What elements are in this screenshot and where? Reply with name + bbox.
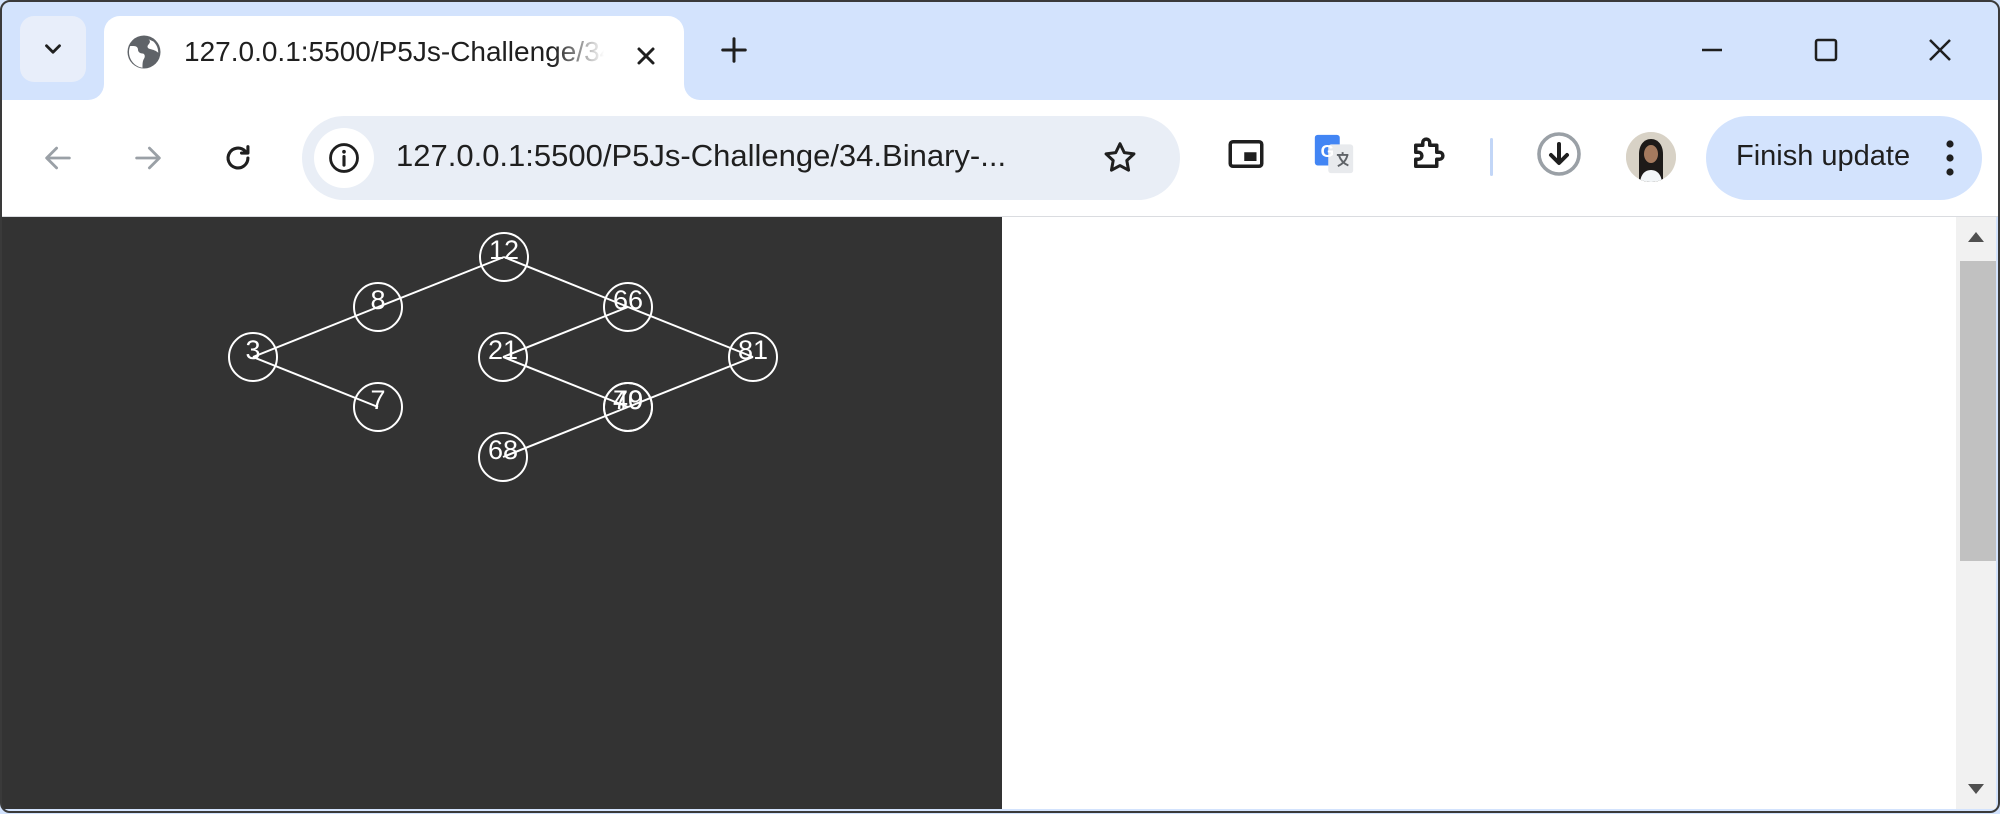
avatar-image — [1626, 132, 1676, 182]
puzzle-icon — [1414, 137, 1445, 168]
reload-button[interactable] — [208, 128, 268, 188]
p5-canvas[interactable]: 12 8 66 3 21 81 7 49 70 68 — [2, 217, 1002, 809]
tree-node: 3 — [228, 332, 278, 382]
tree-edge — [377, 256, 505, 308]
tree-node: 21 — [478, 332, 528, 382]
chevron-down-icon — [45, 44, 61, 54]
extensions-button[interactable] — [1404, 130, 1452, 178]
binary-tree: 128 663 21 817 497068 — [228, 232, 778, 482]
tree-edge — [503, 256, 629, 308]
google-translate-icon: G — [1314, 134, 1354, 174]
picture-in-picture-button[interactable] — [1222, 130, 1270, 178]
url-text[interactable]: 127.0.0.1:5500/P5Js-Challenge/34.Binary-… — [396, 138, 1076, 178]
info-icon — [329, 143, 359, 173]
tree-node: 68 — [478, 432, 528, 482]
tree-node: 66 — [603, 282, 653, 332]
profile-avatar[interactable] — [1626, 132, 1676, 182]
download-icon — [1537, 132, 1581, 176]
arrow-left-icon — [45, 146, 71, 170]
toolbar-divider — [1490, 138, 1493, 176]
finish-update-label: Finish update — [1736, 140, 1911, 172]
new-tab-button[interactable] — [712, 28, 756, 72]
tree-node-label: 8 — [370, 285, 385, 315]
downloads-button[interactable] — [1535, 130, 1583, 178]
tree-edge — [627, 356, 754, 408]
plus-icon — [721, 37, 747, 63]
close-window-button[interactable] — [1918, 28, 1962, 72]
tree-node: 81 — [728, 332, 778, 382]
active-tab[interactable]: 127.0.0.1:5500/P5Js-Challenge/34.Binary-… — [104, 16, 684, 100]
reload-icon — [226, 145, 250, 170]
scroll-up-button[interactable] — [1956, 225, 1996, 249]
tab-close-button[interactable] — [626, 36, 666, 76]
tree-node: 7 — [353, 382, 403, 432]
maximize-icon — [1814, 38, 1838, 62]
tree-node-label: 81 — [738, 335, 768, 365]
address-bar[interactable]: 127.0.0.1:5500/P5Js-Challenge/34.Binary-… — [302, 116, 1180, 200]
tree-edge — [252, 356, 379, 408]
toolbar: 127.0.0.1:5500/P5Js-Challenge/34.Binary-… — [0, 100, 2000, 217]
browser-menu-button[interactable] — [1930, 134, 1970, 182]
bookmark-button[interactable] — [1098, 136, 1142, 180]
triangle-down-icon — [1968, 784, 1984, 794]
finish-update-button[interactable]: Finish update — [1706, 116, 1982, 200]
tree-edge — [627, 306, 754, 358]
page-content: 12 8 66 3 21 81 7 49 70 68 — [2, 217, 1956, 809]
tree-edge — [502, 406, 629, 458]
tree-node: 8 — [353, 282, 403, 332]
maximize-button[interactable] — [1804, 28, 1848, 72]
vertical-scrollbar[interactable] — [1956, 217, 1996, 809]
tab-search-button[interactable] — [20, 16, 86, 82]
tree-node-label: 70 — [613, 385, 643, 415]
close-icon — [637, 47, 655, 65]
kebab-menu-icon — [1946, 140, 1954, 176]
close-icon — [1929, 39, 1951, 61]
tab-title: 127.0.0.1:5500/P5Js-Challenge/34.Binary-… — [184, 36, 604, 67]
minimize-icon — [1702, 48, 1722, 52]
tree-edge — [502, 306, 629, 358]
svg-text:G: G — [1321, 141, 1334, 161]
site-info-button[interactable] — [314, 128, 374, 188]
back-button[interactable] — [28, 128, 88, 188]
tree-edge — [502, 356, 629, 408]
picture-in-picture-icon — [1228, 140, 1264, 168]
tree-node-label: 68 — [488, 435, 518, 465]
translate-button[interactable]: G — [1310, 130, 1358, 178]
arrow-right-icon — [135, 146, 161, 170]
minimize-button[interactable] — [1690, 28, 1734, 72]
tab-strip: 127.0.0.1:5500/P5Js-Challenge/34.Binary-… — [0, 0, 2000, 100]
tree-node-label: 21 — [488, 335, 518, 365]
tree-node-label: 12 — [489, 235, 519, 265]
tree-node-label: 66 — [613, 285, 643, 315]
tree-node: 12 — [479, 232, 529, 282]
triangle-up-icon — [1968, 232, 1984, 242]
globe-icon — [127, 35, 161, 69]
scroll-down-button[interactable] — [1956, 777, 1996, 801]
tree-edge — [252, 306, 379, 358]
star-icon — [1104, 142, 1136, 172]
scrollbar-thumb[interactable] — [1960, 261, 1996, 561]
tree-node: 70 — [603, 382, 653, 432]
forward-button[interactable] — [118, 128, 178, 188]
tree-node-label: 3 — [245, 335, 260, 365]
tree-node-label: 7 — [370, 385, 385, 415]
